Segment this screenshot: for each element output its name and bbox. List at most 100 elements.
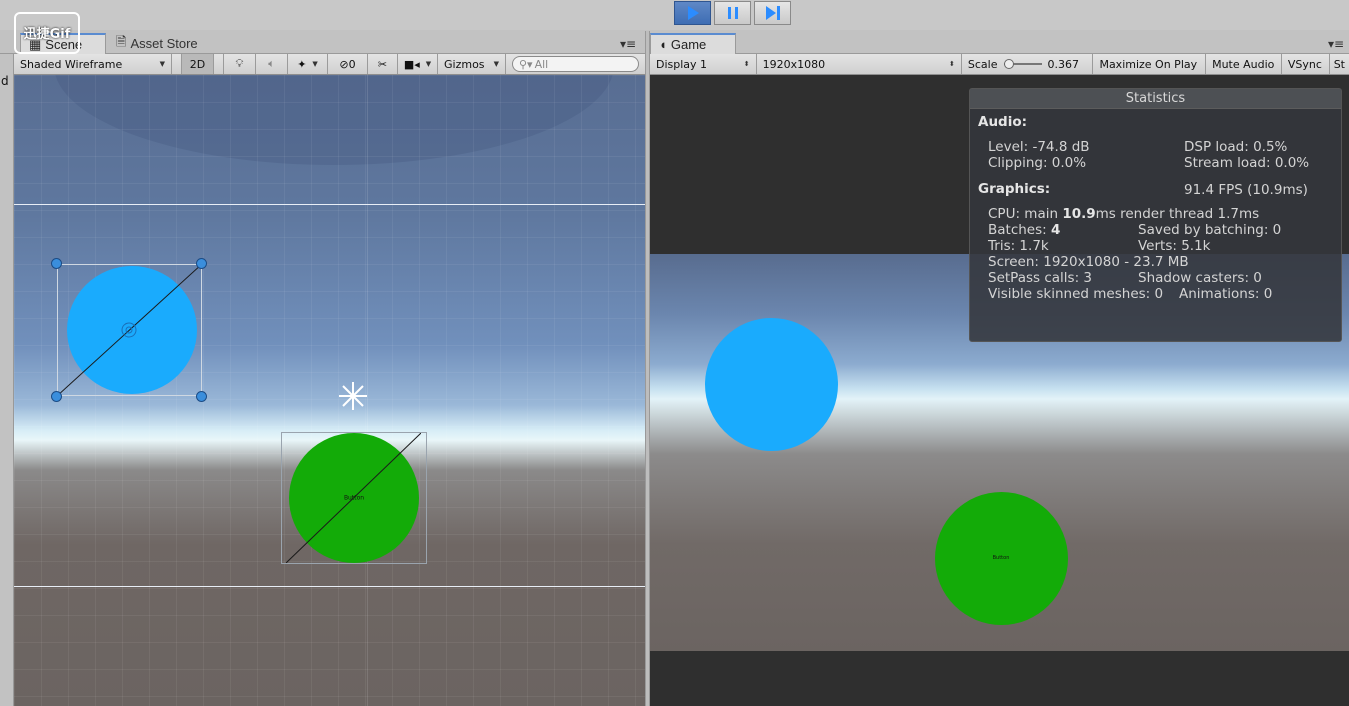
game-green-circle-label: Button bbox=[992, 555, 1010, 561]
screen-stats: Screen: 1920x1080 - 23.7 MB bbox=[988, 254, 1189, 270]
stream-load: Stream load: 0.0% bbox=[1184, 155, 1310, 171]
cpu-main-value: 10.9 bbox=[1062, 206, 1096, 222]
batches-value: 4 bbox=[1051, 222, 1061, 238]
audio-header-text: Audio: bbox=[978, 114, 1028, 130]
dropdown-arrow-icon: ▼ bbox=[425, 60, 432, 68]
scene-view[interactable]: Button bbox=[14, 75, 645, 706]
shadow-casters: Shadow casters: 0 bbox=[1138, 270, 1262, 286]
spacer bbox=[172, 54, 182, 74]
resolution-dropdown[interactable]: 1920x1080 ⬍ bbox=[757, 54, 962, 74]
search-placeholder: All bbox=[534, 57, 549, 71]
mute-audio-toggle[interactable]: Mute Audio bbox=[1206, 54, 1282, 74]
tools-toggle[interactable]: ✂ bbox=[368, 54, 398, 74]
play-button[interactable] bbox=[674, 1, 711, 25]
step-icon bbox=[765, 6, 780, 20]
unity-editor: 迅捷Gif ▦ Scene 🗎 Asset Store ▾≡ ◖ Game ▾≡… bbox=[0, 0, 1349, 706]
speaker-icon: 🔈︎ bbox=[268, 57, 275, 70]
updown-arrow-icon: ⬍ bbox=[743, 60, 750, 68]
2d-toggle[interactable]: 2D bbox=[182, 54, 214, 74]
scale-control: Scale 0.367 bbox=[962, 54, 1094, 74]
dropdown-arrow-icon: ▼ bbox=[312, 60, 318, 68]
shading-mode-label: Shaded Wireframe bbox=[20, 57, 123, 71]
pause-button[interactable] bbox=[714, 1, 751, 25]
play-icon bbox=[687, 6, 699, 20]
setpass-calls: SetPass calls: 3 bbox=[988, 270, 1092, 286]
tris: Tris: 1.7k bbox=[988, 238, 1049, 254]
dropdown-arrow-icon: ▼ bbox=[159, 60, 165, 68]
store-icon: 🗎 bbox=[116, 33, 127, 49]
mute-audio-label: Mute Audio bbox=[1212, 57, 1275, 71]
vsync-toggle[interactable]: VSync bbox=[1282, 54, 1330, 74]
play-toolbar bbox=[0, 0, 1349, 30]
updown-arrow-icon: ⬍ bbox=[949, 60, 955, 68]
game-tabstrip: ◖ Game ▾≡ bbox=[650, 31, 1349, 54]
stats-label: St bbox=[1333, 57, 1345, 71]
tab-asset-store-label: Asset Store bbox=[130, 36, 198, 51]
camera-icon: ■◂ bbox=[403, 57, 420, 71]
dsp-load: DSP load: 0.5% bbox=[1184, 139, 1288, 155]
maximize-on-play-toggle[interactable]: Maximize On Play bbox=[1093, 54, 1207, 74]
effects-dropdown[interactable]: ✦ ▼ bbox=[288, 54, 328, 74]
step-button[interactable] bbox=[754, 1, 791, 25]
game-toolbar: Display 1 ⬍ 1920x1080 ⬍ Scale 0.367 Maxi… bbox=[650, 54, 1349, 75]
audio-clipping: Clipping: 0.0% bbox=[988, 155, 1087, 171]
game-view[interactable]: Button Statistics Audio: Level: -74.8 dB… bbox=[650, 75, 1349, 706]
canvas-top-border bbox=[14, 204, 645, 205]
graphics-header-text: Graphics: bbox=[978, 181, 1051, 197]
display-dropdown[interactable]: Display 1 ⬍ bbox=[650, 54, 757, 74]
camera-dropdown[interactable]: ■◂ ▼ bbox=[398, 54, 438, 74]
watermark: 迅捷Gif bbox=[14, 12, 80, 54]
vsync-label: VSync bbox=[1287, 57, 1322, 71]
tab-asset-store[interactable]: 🗎 Asset Store bbox=[108, 33, 208, 54]
resize-handle-bottom-left[interactable] bbox=[51, 391, 62, 402]
stats-toggle[interactable]: St bbox=[1330, 54, 1349, 74]
scene-toolbar: Shaded Wireframe ▼ 2D 💡︎ 🔈︎ ✦ ▼ ⊘ 0 ✂ ■◂… bbox=[14, 54, 645, 75]
lighting-toggle[interactable]: 💡︎ bbox=[224, 54, 256, 74]
hidden-count: 0 bbox=[348, 57, 356, 71]
cpu-suffix: ms render thread 1.7ms bbox=[1095, 206, 1260, 222]
dropdown-arrow-icon: ▼ bbox=[493, 60, 499, 68]
gizmos-label: Gizmos bbox=[444, 57, 485, 71]
search-icon: ⚲▾ bbox=[519, 57, 533, 71]
panel-menu-icon[interactable]: ▾≡ bbox=[1328, 37, 1344, 51]
animations: Animations: 0 bbox=[1179, 286, 1273, 302]
scene-search-input[interactable]: ⚲▾ All bbox=[512, 56, 639, 72]
maximize-on-play-label: Maximize On Play bbox=[1099, 57, 1198, 71]
tools-icon: ✂ bbox=[377, 57, 388, 71]
left-gutter: d bbox=[0, 54, 14, 706]
lightbulb-icon: 💡︎ bbox=[235, 57, 244, 70]
resize-handle-top-left[interactable] bbox=[51, 258, 62, 269]
tab-game[interactable]: ◖ Game bbox=[650, 33, 736, 54]
pacman-icon: ◖ bbox=[659, 37, 667, 52]
gizmos-dropdown[interactable]: Gizmos ▼ bbox=[438, 54, 506, 74]
shading-mode-dropdown[interactable]: Shaded Wireframe ▼ bbox=[14, 54, 172, 74]
spacer bbox=[214, 54, 224, 74]
statistics-panel: Statistics Audio: Level: -74.8 dB DSP lo… bbox=[969, 88, 1342, 342]
hidden-objects-toggle[interactable]: ⊘ 0 bbox=[328, 54, 368, 74]
visible-skinned-meshes: Visible skinned meshes: 0 bbox=[988, 286, 1164, 302]
fps: 91.4 FPS (10.9ms) bbox=[1184, 182, 1308, 198]
cpu-prefix: CPU: main bbox=[988, 206, 1059, 222]
light-gizmo-icon[interactable] bbox=[338, 381, 368, 411]
audio-header: Audio: bbox=[978, 114, 1027, 130]
display-label: Display 1 bbox=[656, 57, 708, 71]
scale-slider[interactable] bbox=[1003, 59, 1042, 69]
green-circle-label: Button bbox=[343, 494, 365, 502]
resize-handle-top-right[interactable] bbox=[196, 258, 207, 269]
audio-level: Level: -74.8 dB bbox=[988, 139, 1090, 155]
tab-game-label: Game bbox=[670, 37, 707, 52]
game-blue-circle[interactable] bbox=[705, 318, 838, 451]
2d-label: 2D bbox=[189, 57, 206, 71]
selection-diagonal bbox=[57, 264, 202, 396]
cpu-stats: CPU: main 10.9ms render thread 1.7ms bbox=[988, 206, 1259, 222]
scale-value: 0.367 bbox=[1047, 57, 1080, 71]
effects-icon: ✦ bbox=[297, 57, 307, 71]
gutter-letter: d bbox=[1, 74, 9, 88]
audio-toggle[interactable]: 🔈︎ bbox=[256, 54, 288, 74]
canvas-bottom-border bbox=[14, 586, 645, 587]
statistics-title: Statistics bbox=[970, 89, 1341, 109]
pause-icon bbox=[727, 7, 738, 19]
panel-menu-icon[interactable]: ▾≡ bbox=[620, 37, 636, 51]
resize-handle-bottom-right[interactable] bbox=[196, 391, 207, 402]
slider-thumb[interactable] bbox=[1003, 59, 1014, 69]
